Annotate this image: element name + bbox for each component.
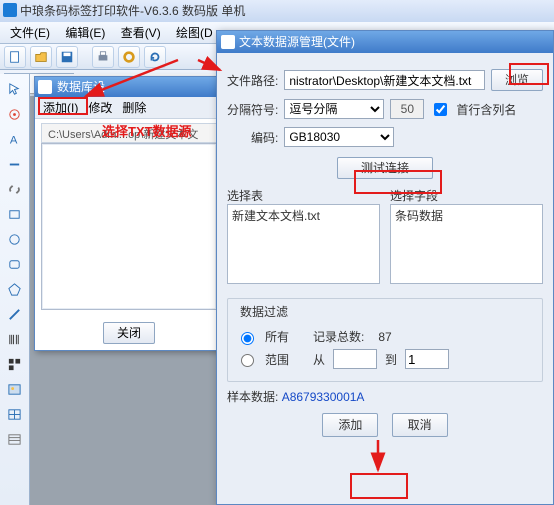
main-titlebar: 中琅条码标签打印软件-V6.3.6 数码版 单机 xyxy=(0,0,554,22)
tool-qr[interactable] xyxy=(4,353,26,375)
db-tab-modify[interactable]: 修改 xyxy=(88,99,112,116)
sample-value: A8679330001A xyxy=(282,390,365,404)
range-to-label: 到 xyxy=(385,351,397,368)
tool-poly[interactable] xyxy=(4,278,26,300)
tb-refresh[interactable] xyxy=(144,46,166,68)
database-popup-title-text: 数据库设 xyxy=(57,80,105,94)
db-tab-add[interactable]: 添加(I) xyxy=(43,99,78,116)
db-icon xyxy=(38,80,52,94)
dlg-cancel-button[interactable]: 取消 xyxy=(392,413,448,437)
record-count-value: 87 xyxy=(378,330,391,344)
database-popup: 数据库设 添加(I) 修改 删除 C:\Users\Admi...op\新建文本… xyxy=(34,76,224,351)
select-field-label: 选择字段 xyxy=(390,187,543,204)
tool-text[interactable]: A xyxy=(4,128,26,150)
tool-image[interactable] xyxy=(4,378,26,400)
tool-grid[interactable] xyxy=(4,403,26,425)
range-from-label: 从 xyxy=(313,351,325,368)
encoding-label: 编码: xyxy=(251,129,278,146)
svg-text:A: A xyxy=(10,134,18,146)
menu-draw[interactable]: 绘图(D xyxy=(170,22,219,44)
tool-table[interactable] xyxy=(4,428,26,450)
app-icon xyxy=(3,3,17,17)
filter-legend: 数据过滤 xyxy=(236,303,292,320)
filter-range-label: 范围 xyxy=(265,351,289,368)
first-row-label: 首行含列名 xyxy=(456,101,516,118)
db-close-button[interactable]: 关闭 xyxy=(103,322,155,344)
range-from-input[interactable] xyxy=(333,349,377,369)
db-tab-delete[interactable]: 删除 xyxy=(122,99,146,116)
range-to-input[interactable] xyxy=(405,349,449,369)
separator-combo[interactable]: 逗号分隔 xyxy=(284,99,384,119)
field-list-item[interactable]: 条码数据 xyxy=(395,207,538,224)
tool-chain[interactable] xyxy=(4,178,26,200)
test-connection-button[interactable]: 测试连接 xyxy=(337,157,433,179)
separator-width[interactable] xyxy=(390,99,424,119)
table-list-item[interactable]: 新建文本文档.txt xyxy=(232,207,375,224)
path-input[interactable] xyxy=(284,70,485,90)
tool-rect[interactable] xyxy=(4,203,26,225)
filter-range-radio[interactable] xyxy=(241,354,254,367)
tool-rrect[interactable] xyxy=(4,253,26,275)
tool-line[interactable] xyxy=(4,303,26,325)
tool-pointer[interactable] xyxy=(4,78,26,100)
sample-label: 样本数据: xyxy=(227,390,278,404)
filter-all-label: 所有 xyxy=(265,328,289,345)
text-datasource-dialog: 文本数据源管理(文件) 文件路径: 浏览 分隔符号: 逗号分隔 首行含列名 编码… xyxy=(216,30,554,505)
tool-target[interactable] xyxy=(4,103,26,125)
tool-circle[interactable] xyxy=(4,228,26,250)
app-title: 中琅条码标签打印软件-V6.3.6 数码版 单机 xyxy=(20,4,245,18)
menu-view[interactable]: 查看(V) xyxy=(115,22,167,44)
database-popup-title: 数据库设 xyxy=(35,77,223,97)
annotation-hint: 选择TXT数据源 xyxy=(102,121,192,140)
field-listbox[interactable]: 条码数据 xyxy=(390,204,543,284)
first-row-checkbox[interactable] xyxy=(434,103,447,116)
dlg-icon xyxy=(221,35,235,49)
dlg-title-text: 文本数据源管理(文件) xyxy=(239,35,355,49)
db-source-list[interactable] xyxy=(41,143,217,310)
tool-barcode[interactable] xyxy=(4,328,26,350)
left-toolbar: A xyxy=(0,74,30,505)
browse-button[interactable]: 浏览 xyxy=(491,69,543,91)
tb-save[interactable] xyxy=(56,46,78,68)
select-table-label: 选择表 xyxy=(227,187,380,204)
database-tabs: 添加(I) 修改 删除 xyxy=(35,97,223,119)
tb-settings[interactable] xyxy=(118,46,140,68)
menu-file[interactable]: 文件(E) xyxy=(4,22,56,44)
tb-new[interactable] xyxy=(4,46,26,68)
dlg-ok-button[interactable]: 添加 xyxy=(322,413,378,437)
separator-label: 分隔符号: xyxy=(227,101,278,118)
table-listbox[interactable]: 新建文本文档.txt xyxy=(227,204,380,284)
dlg-titlebar: 文本数据源管理(文件) xyxy=(217,31,553,53)
path-label: 文件路径: xyxy=(227,72,278,89)
record-count-label: 记录总数: xyxy=(313,328,364,345)
filter-all-radio[interactable] xyxy=(241,332,254,345)
tb-open[interactable] xyxy=(30,46,52,68)
tb-print[interactable] xyxy=(92,46,114,68)
tool-minus[interactable] xyxy=(4,153,26,175)
menu-edit[interactable]: 编辑(E) xyxy=(59,22,111,44)
encoding-combo[interactable]: GB18030 xyxy=(284,127,394,147)
